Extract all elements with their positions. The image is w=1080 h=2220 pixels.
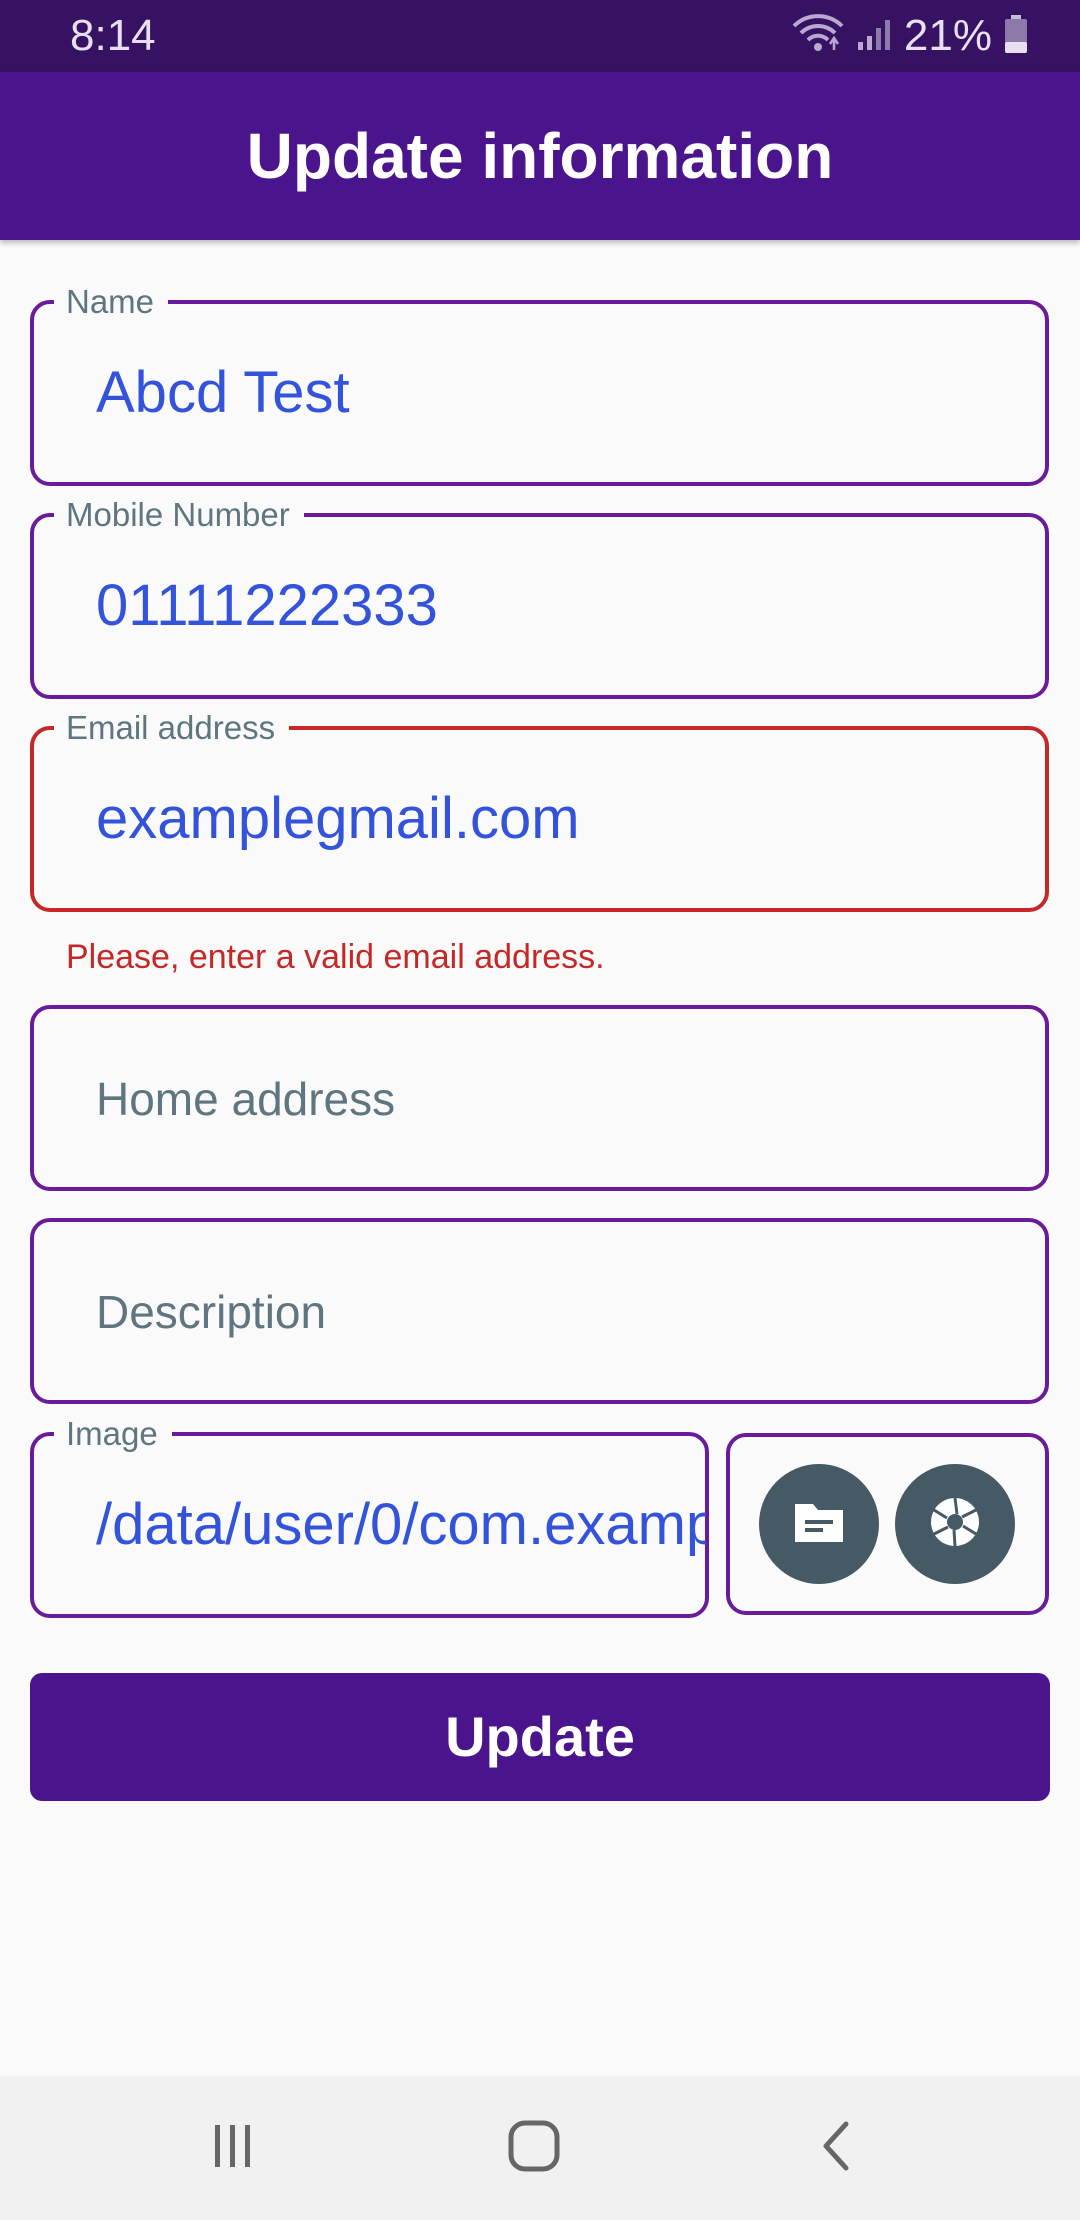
description-field[interactable]: Description (30, 1218, 1049, 1404)
home-button[interactable] (498, 2112, 570, 2184)
recent-apps-button[interactable] (196, 2112, 268, 2184)
image-field[interactable]: Image /data/user/0/com.example.app/cache… (30, 1414, 709, 1618)
email-field[interactable]: Email address examplegmail.com (30, 708, 1049, 912)
update-button[interactable]: Update (30, 1673, 1050, 1801)
status-icons: 21% (792, 10, 1028, 62)
pick-file-button[interactable] (759, 1464, 879, 1584)
recent-apps-icon (207, 2121, 257, 2176)
name-value: Abcd Test (96, 360, 350, 425)
mobile-number-value: 01111222333 (96, 573, 438, 638)
image-path-value: /data/user/0/com.example.app/cache/image… (96, 1492, 706, 1557)
image-picker-buttons (726, 1433, 1049, 1615)
camera-shutter-icon (927, 1494, 983, 1555)
home-address-field[interactable]: Home address (30, 1005, 1049, 1191)
wifi-icon (792, 13, 844, 59)
status-bar: 8:14 21% (0, 0, 1080, 72)
name-label: Name (54, 282, 169, 322)
status-time: 8:14 (70, 11, 156, 60)
take-photo-button[interactable] (895, 1464, 1015, 1584)
folder-icon (791, 1498, 847, 1551)
battery-percent: 21% (903, 11, 992, 60)
back-icon (816, 2118, 856, 2179)
signal-icon (856, 16, 892, 57)
system-nav-bar (0, 2076, 1080, 2220)
mobile-number-field[interactable]: Mobile Number 01111222333 (30, 495, 1049, 699)
email-value: examplegmail.com (96, 786, 580, 851)
page-title: Update information (246, 120, 834, 192)
battery-icon (1004, 14, 1028, 59)
description-placeholder: Description (96, 1286, 327, 1338)
mobile-number-label: Mobile Number (54, 495, 304, 535)
email-label: Email address (54, 708, 290, 748)
app-bar: Update information (0, 72, 1080, 240)
back-button[interactable] (800, 2112, 872, 2184)
home-icon (506, 2118, 562, 2179)
email-error-message: Please, enter a valid email address. (66, 938, 605, 976)
home-address-placeholder: Home address (96, 1073, 396, 1125)
name-field[interactable]: Name Abcd Test (30, 282, 1049, 486)
image-label: Image (54, 1414, 172, 1454)
